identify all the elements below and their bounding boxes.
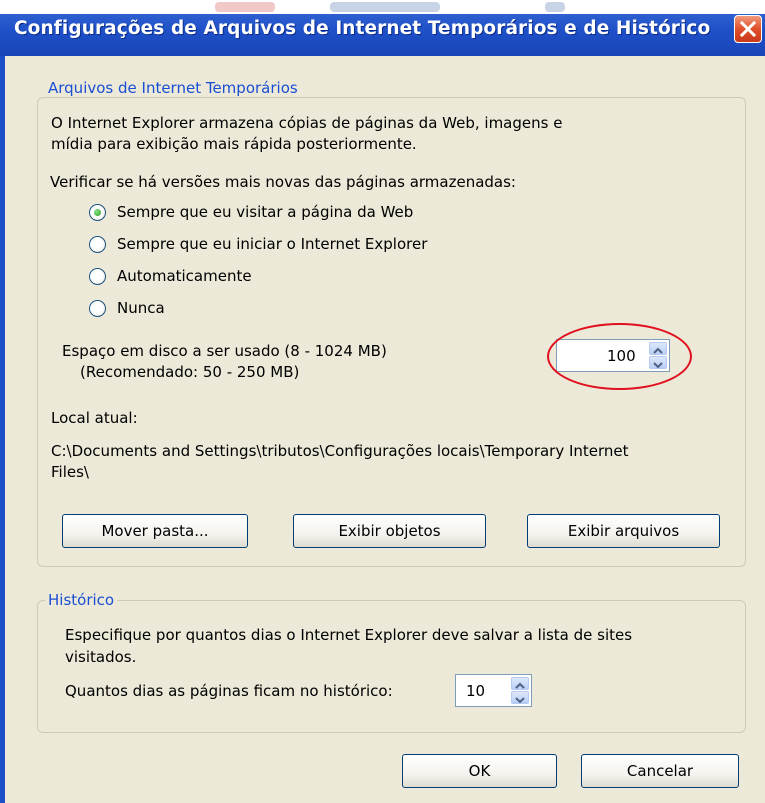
- current-location-path-line1: C:\Documents and Settings\tributos\Confi…: [51, 442, 629, 460]
- history-days-label: Quantos dias as páginas ficam no históri…: [65, 682, 393, 700]
- radio-every-start[interactable]: [89, 236, 106, 253]
- history-legend: Histórico: [45, 591, 118, 609]
- check-versions-label: Verificar se há versões mais novas das p…: [50, 173, 516, 191]
- move-folder-button[interactable]: Mover pasta...: [62, 514, 248, 548]
- history-days-spinner[interactable]: 10: [455, 674, 532, 707]
- view-objects-button[interactable]: Exibir objetos: [293, 514, 486, 548]
- highlight-circle: [547, 323, 692, 390]
- disk-space-label: Espaço em disco a ser usado (8 - 1024 MB…: [62, 342, 387, 360]
- history-description-line1: Especifique por quantos dias o Internet …: [65, 626, 633, 644]
- background-fragment: [545, 2, 565, 12]
- spin-up-button[interactable]: [511, 677, 529, 690]
- temp-files-description-line2: mídia para exibição mais rápida posterio…: [51, 135, 417, 153]
- radio-label-never[interactable]: Nunca: [117, 298, 165, 318]
- view-files-button[interactable]: Exibir arquivos: [527, 514, 720, 548]
- radio-never[interactable]: [89, 300, 106, 317]
- chevron-down-icon: [515, 697, 525, 704]
- window-title: Configurações de Arquivos de Internet Te…: [14, 18, 711, 39]
- history-description-line2: visitados.: [65, 648, 137, 666]
- background-strip: [0, 0, 765, 14]
- current-location-path-line2: Files\: [51, 463, 89, 481]
- history-days-value[interactable]: 10: [466, 681, 485, 701]
- radio-selected-dot: [94, 209, 101, 216]
- radio-automatic[interactable]: [89, 268, 106, 285]
- background-fragment: [330, 2, 440, 12]
- background-fragment: [215, 2, 275, 12]
- radio-every-visit[interactable]: [89, 204, 106, 221]
- radio-label-every-start[interactable]: Sempre que eu iniciar o Internet Explore…: [117, 234, 427, 254]
- radio-label-every-visit[interactable]: Sempre que eu visitar a página da Web: [117, 202, 413, 222]
- ok-button[interactable]: OK: [402, 754, 557, 788]
- spin-down-button[interactable]: [511, 691, 529, 704]
- temp-files-legend: Arquivos de Internet Temporários: [45, 79, 301, 97]
- radio-label-automatic[interactable]: Automaticamente: [117, 266, 252, 286]
- temp-files-description-line1: O Internet Explorer armazena cópias de p…: [51, 114, 563, 132]
- close-icon: [739, 20, 757, 38]
- cancel-button[interactable]: Cancelar: [581, 754, 739, 788]
- spinner-arrows[interactable]: [511, 677, 529, 704]
- close-button[interactable]: [734, 15, 762, 43]
- disk-space-recommended: (Recomendado: 50 - 250 MB): [80, 363, 300, 381]
- current-location-label: Local atual:: [51, 409, 138, 427]
- history-groupbox: [37, 600, 746, 733]
